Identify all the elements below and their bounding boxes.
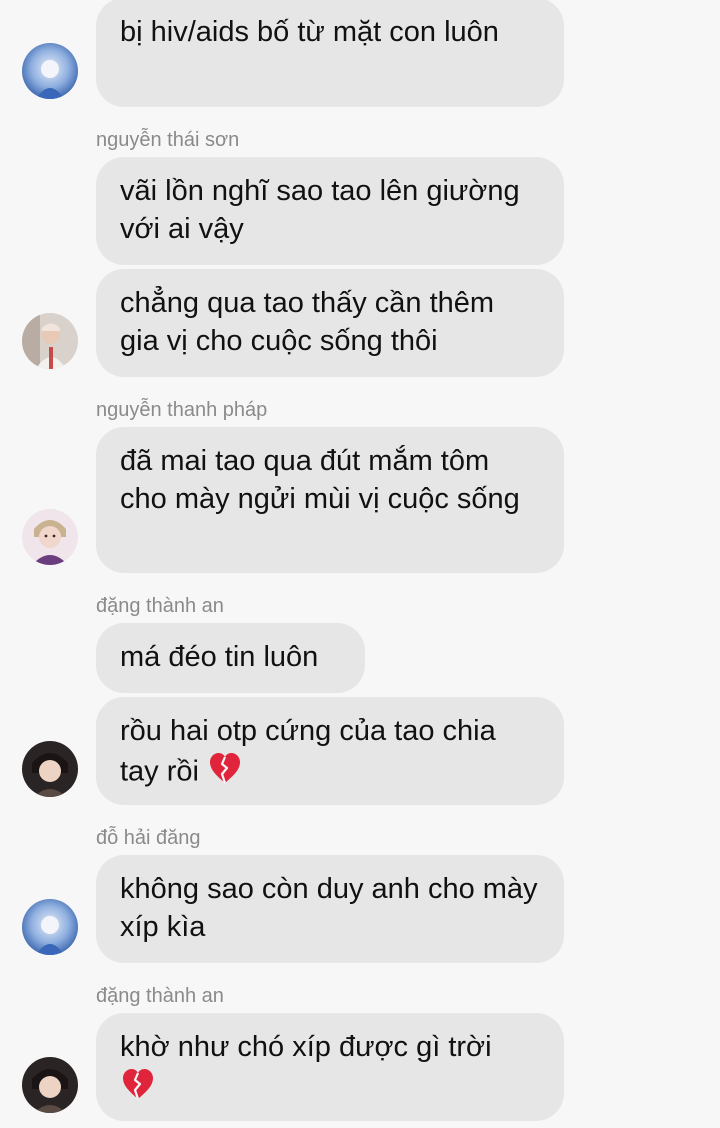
message-text: không sao còn duy anh cho mày xíp kìa <box>120 873 538 943</box>
avatar[interactable] <box>22 1057 78 1113</box>
message-bubble[interactable]: không sao còn duy anh cho mày xíp kìa <box>96 855 564 963</box>
sender-name: nguyễn thanh pháp <box>96 399 268 421</box>
sender-name: đỗ hải đăng <box>96 827 201 849</box>
message-bubble[interactable]: chẳng qua tao thấy cần thêm gia vị cho c… <box>96 269 564 377</box>
sender-name: đặng thành an <box>96 595 224 617</box>
message-text: vãi lồn nghĩ sao tao lên giường với ai v… <box>120 175 520 245</box>
message-text: bị hiv/aids bố từ mặt con luôn <box>120 16 499 48</box>
message-bubble[interactable]: khờ như chó xíp được gì trời <box>96 1013 564 1121</box>
avatar[interactable] <box>22 313 78 369</box>
message-text: má đéo tin luôn <box>120 641 319 673</box>
chat-thread: bị hiv/aids bố từ mặt con luôn nguyễn th… <box>0 0 720 1128</box>
message-bubble[interactable]: má đéo tin luôn <box>96 623 365 693</box>
message-bubble[interactable]: vãi lồn nghĩ sao tao lên giường với ai v… <box>96 157 564 265</box>
message-bubble[interactable]: rồu hai otp cứng của tao chia tay rồi <box>96 697 564 805</box>
message-text: khờ như chó xíp được gì trời <box>120 1031 492 1063</box>
sender-name: đặng thành an <box>96 985 224 1007</box>
message-bubble[interactable]: đã mai tao qua đút mắm tôm cho mày ngửi … <box>96 427 564 573</box>
sender-name: nguyễn thái sơn <box>96 129 240 151</box>
avatar[interactable] <box>22 899 78 955</box>
message-text: chẳng qua tao thấy cần thêm gia vị cho c… <box>120 287 495 357</box>
avatar[interactable] <box>22 43 78 99</box>
message-text: đã mai tao qua đút mắm tôm cho mày ngửi … <box>120 445 520 515</box>
avatar[interactable] <box>22 741 78 797</box>
message-bubble[interactable]: bị hiv/aids bố từ mặt con luôn <box>96 0 564 107</box>
message-text: rồu hai otp cứng của tao chia tay rồi <box>120 715 496 788</box>
broken-heart-icon <box>120 1066 156 1112</box>
avatar[interactable] <box>22 509 78 565</box>
broken-heart-icon <box>207 750 243 796</box>
